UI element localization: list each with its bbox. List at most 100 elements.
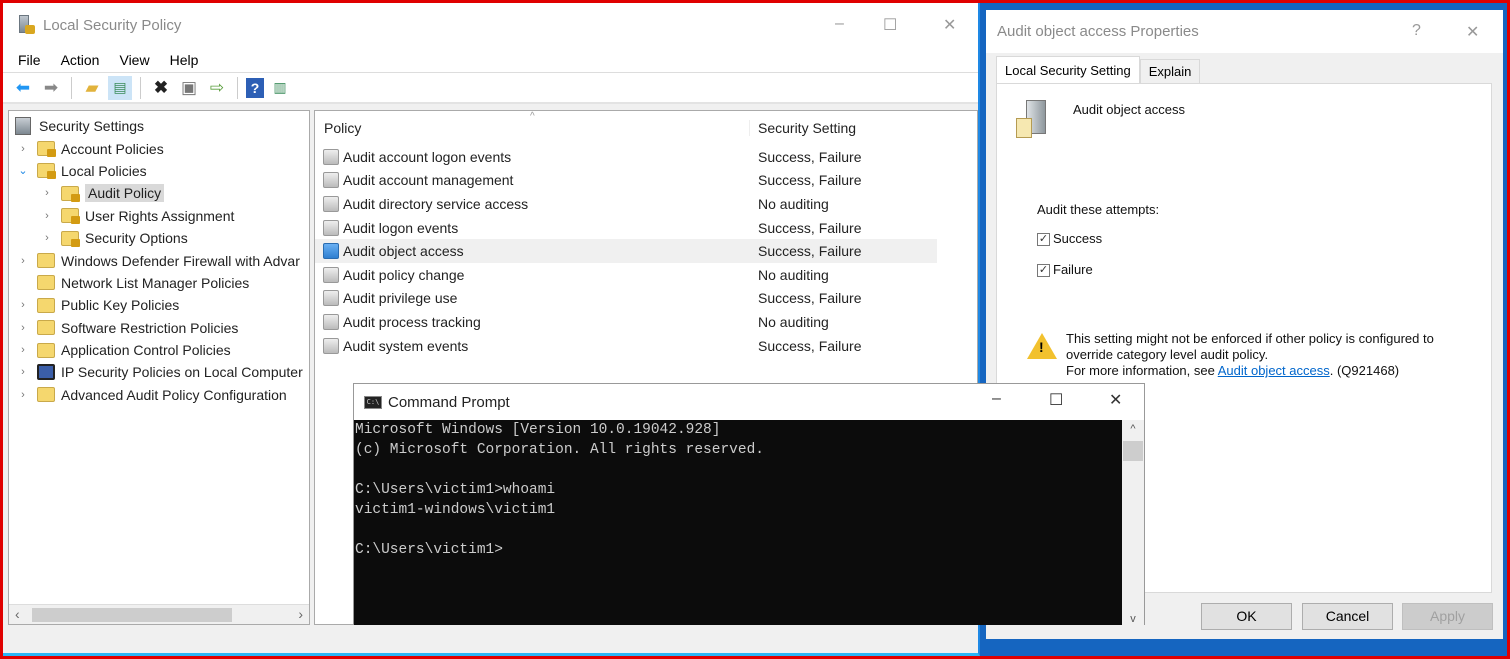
expand-chevron-icon[interactable]: › [17,255,29,267]
dialog-title: Audit object access Properties [997,23,1199,40]
security-setting: Success, Failure [758,243,862,260]
folder-icon [37,342,55,358]
success-checkbox[interactable]: ✓ [1037,233,1050,246]
policy-row[interactable]: Audit object access Success, Failure [315,239,937,263]
tree-item-label: Network List Manager Policies [61,274,250,291]
tab-explain[interactable]: Explain [1139,59,1201,83]
audit-object-access-link[interactable]: Audit object access [1218,363,1330,378]
failure-label[interactable]: Failure [1053,262,1093,277]
tree-item[interactable]: › Security Options [9,227,309,249]
tree-item[interactable]: › Application Control Policies [9,339,309,361]
tree-item[interactable]: › User Rights Assignment [9,205,309,227]
server-policy-icon [1014,100,1048,140]
policy-icon [323,195,339,212]
cmd-vertical-scrollbar[interactable]: ^ v [1122,420,1144,625]
console-output[interactable]: Microsoft Windows [Version 10.0.19042.92… [354,420,1124,625]
column-header-security-setting[interactable]: Security Setting [749,120,935,136]
tree-item[interactable]: › Account Policies [9,137,309,159]
security-setting: No auditing [758,195,829,212]
security-setting: Success, Failure [758,337,862,354]
security-setting: Success, Failure [758,290,862,307]
policy-row[interactable]: Audit directory service access No auditin… [315,192,977,216]
tree-item[interactable]: › IP Security Policies on Local Computer [9,361,309,383]
scroll-thumb[interactable] [32,608,232,622]
policy-icon [323,337,339,354]
ok-button[interactable]: OK [1201,603,1292,630]
tree-item-label: Advanced Audit Policy Configuration [61,386,287,403]
show-action-pane-icon[interactable]: ▥ [268,76,292,100]
tree-item[interactable]: ⌄ Local Policies [9,160,309,182]
expand-chevron-icon[interactable]: › [17,366,29,378]
toolbar-separator [237,76,238,99]
up-folder-icon[interactable]: ▰ [80,76,104,100]
close-button[interactable]: ✕ [943,15,956,35]
tree-horizontal-scrollbar[interactable]: ‹ › [9,604,309,624]
properties-icon[interactable]: ▣ [177,76,201,100]
window-title: Local Security Policy [43,17,182,34]
scroll-down-button[interactable]: v [1122,613,1144,625]
maximize-button[interactable]: ☐ [883,15,897,35]
policy-row[interactable]: Audit process tracking No auditing [315,310,977,334]
expand-chevron-icon[interactable]: › [17,389,29,401]
title-bar: Local Security Policy – ☐ ✕ [3,3,978,48]
warning-text: This setting might not be enforced if ot… [1066,331,1434,379]
tree-item[interactable]: › Windows Defender Firewall with Advar [9,249,309,271]
tree-item[interactable]: › Audit Policy [9,182,309,204]
success-label[interactable]: Success [1053,231,1102,246]
show-hide-tree-icon[interactable]: ▤ [108,75,132,100]
back-icon[interactable]: ⬅ [11,76,35,100]
cmd-maximize-button[interactable]: ☐ [1049,390,1063,410]
tree-item[interactable]: › Advanced Audit Policy Configuration [9,384,309,406]
expand-chevron-icon[interactable]: › [17,344,29,356]
warning-icon: ! [1027,333,1057,359]
tree-item-label: Security Settings [39,118,145,135]
tree-item[interactable]: Network List Manager Policies [9,272,309,294]
expand-chevron-icon[interactable]: › [17,322,29,334]
menu-action[interactable]: Action [61,52,100,68]
failure-checkbox[interactable]: ✓ [1037,264,1050,277]
minimize-button[interactable]: – [835,15,844,33]
policy-row[interactable]: Audit logon events Success, Failure [315,216,977,240]
dialog-help-button[interactable]: ? [1412,22,1421,40]
scroll-thumb[interactable] [1123,441,1143,461]
cmd-minimize-button[interactable]: – [992,390,1001,408]
menu-help[interactable]: Help [170,52,199,68]
scroll-right-button[interactable]: › [298,606,303,622]
delete-icon[interactable]: ✖ [149,76,173,100]
scroll-up-button[interactable]: ^ [1122,420,1144,438]
expand-chevron-icon[interactable]: › [41,232,53,244]
tree-item[interactable]: › Public Key Policies [9,294,309,316]
tree-item[interactable]: › Software Restriction Policies [9,317,309,339]
help-icon[interactable]: ? [246,77,264,98]
policy-row[interactable]: Audit privilege use Success, Failure [315,287,977,311]
expand-chevron-icon[interactable]: › [17,143,29,155]
menu-file[interactable]: File [18,52,41,68]
policy-row[interactable]: Audit account management Success, Failure [315,169,977,193]
cmd-close-button[interactable]: ✕ [1109,390,1122,410]
tree-item[interactable]: Security Settings [9,115,309,137]
dialog-close-button[interactable]: ✕ [1466,22,1479,42]
apply-button[interactable]: Apply [1402,603,1493,630]
policy-row[interactable]: Audit system events Success, Failure [315,334,977,358]
policy-icon [323,266,339,283]
security-settings-icon [15,117,31,136]
collapse-chevron-icon[interactable]: ⌄ [17,164,29,177]
menu-view[interactable]: View [119,52,149,68]
policy-row[interactable]: Audit account logon events Success, Failu… [315,145,977,169]
policy-row[interactable]: Audit policy change No auditing [315,263,977,287]
column-header-policy[interactable]: Policy [315,120,749,136]
expand-chevron-icon[interactable]: › [41,187,53,199]
expand-chevron-icon[interactable]: › [17,299,29,311]
toolbar-separator [71,76,72,99]
locked-folder-icon [37,141,56,158]
security-setting: Success, Failure [758,219,862,236]
export-list-icon[interactable]: ⇨ [205,76,229,100]
folder-icon [37,275,55,291]
forward-icon[interactable]: ➡ [39,76,63,100]
command-prompt-window: C:\ Command Prompt – ☐ ✕ Microsoft Windo… [353,383,1145,625]
policy-name: Audit object access [1073,102,1186,117]
tab-local-security-setting[interactable]: Local Security Setting [996,56,1140,83]
scroll-left-button[interactable]: ‹ [15,606,20,622]
cancel-button[interactable]: Cancel [1302,603,1393,630]
expand-chevron-icon[interactable]: › [41,210,53,222]
